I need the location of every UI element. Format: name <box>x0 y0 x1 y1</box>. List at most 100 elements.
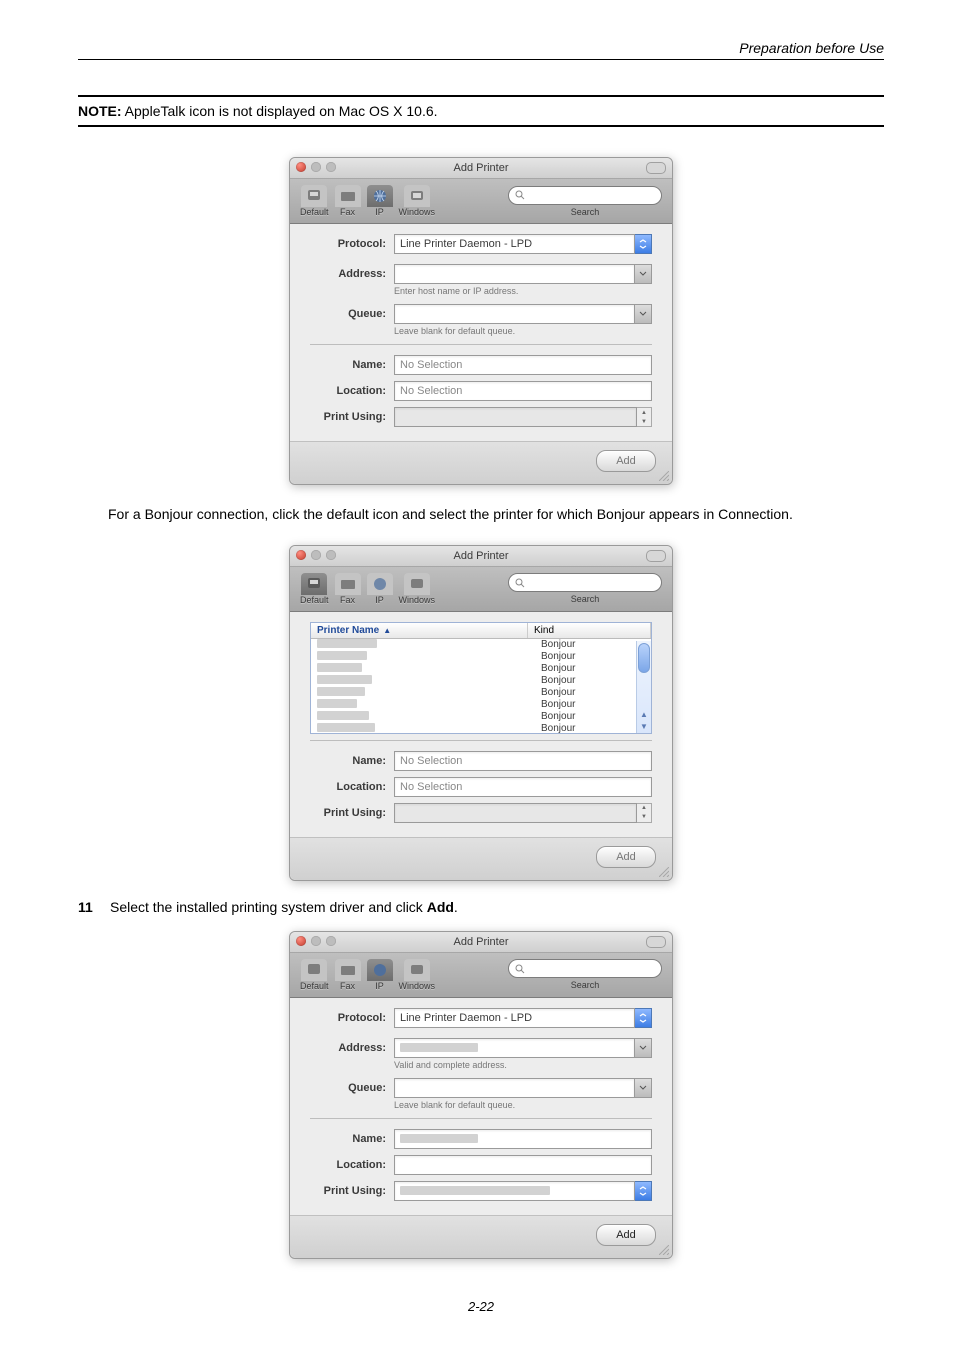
dialog-title: Add Printer <box>453 550 508 562</box>
list-item[interactable]: Bonjour <box>311 639 651 651</box>
list-item[interactable]: Bonjour <box>311 687 651 699</box>
list-item[interactable]: Bonjour <box>311 723 651 733</box>
name-label: Name: <box>310 359 394 371</box>
close-icon[interactable] <box>296 550 306 560</box>
toolbar-pill-icon[interactable] <box>646 162 666 174</box>
printusing-select[interactable] <box>394 1181 635 1201</box>
list-item[interactable]: Bonjour <box>311 675 651 687</box>
dropdown-arrow-icon[interactable] <box>635 1008 652 1028</box>
search-label: Search <box>571 594 600 604</box>
protocol-select[interactable]: Line Printer Daemon - LPD <box>394 1008 635 1028</box>
location-label: Location: <box>310 385 394 397</box>
dialog-title: Add Printer <box>453 162 508 174</box>
redacted-text <box>400 1134 478 1143</box>
redacted-text <box>317 723 375 732</box>
address-label: Address: <box>310 1042 394 1054</box>
history-arrow-icon[interactable] <box>635 1038 652 1058</box>
tab-label: Default <box>300 207 329 217</box>
list-item[interactable]: Bonjour <box>311 711 651 723</box>
zoom-icon <box>326 550 336 560</box>
name-field[interactable] <box>394 1129 652 1149</box>
step-text: Select the installed printing system dri… <box>110 899 884 915</box>
titlebar: Add Printer <box>290 158 672 179</box>
stepper-icon: ▲▼ <box>637 803 652 823</box>
address-input[interactable] <box>394 1038 635 1058</box>
minimize-icon <box>311 936 321 946</box>
list-item[interactable]: Bonjour <box>311 651 651 663</box>
name-field: No Selection <box>394 751 652 771</box>
queue-input[interactable] <box>394 1078 635 1098</box>
col-printer-name[interactable]: Printer Name▲ <box>311 623 528 638</box>
printusing-select <box>394 407 637 427</box>
resize-grip-icon[interactable] <box>659 867 669 877</box>
zoom-icon <box>326 936 336 946</box>
kind-cell: Bonjour <box>541 639 651 650</box>
protocol-label: Protocol: <box>310 238 394 250</box>
body-paragraph: For a Bonjour connection, click the defa… <box>78 505 884 525</box>
history-arrow-icon[interactable] <box>635 264 652 284</box>
tab-fax[interactable]: Fax <box>335 959 361 991</box>
printer-list[interactable]: Printer Name▲ Kind BonjourBonjourBonjour… <box>310 622 652 734</box>
queue-label: Queue: <box>310 308 394 320</box>
add-button: Add <box>596 450 656 472</box>
kind-cell: Bonjour <box>541 687 651 698</box>
kind-cell: Bonjour <box>541 663 651 674</box>
tab-default[interactable]: Default <box>300 573 329 605</box>
tab-label: Fax <box>340 981 355 991</box>
search-label: Search <box>571 980 600 990</box>
dropdown-arrow-icon[interactable] <box>635 234 652 254</box>
zoom-icon <box>326 162 336 172</box>
close-icon[interactable] <box>296 936 306 946</box>
tab-windows[interactable]: Windows <box>399 185 436 217</box>
address-input[interactable] <box>394 264 635 284</box>
queue-hint: Leave blank for default queue. <box>394 1100 652 1110</box>
redacted-text <box>317 651 367 660</box>
dropdown-arrow-icon[interactable] <box>635 1181 652 1201</box>
add-button: Add <box>596 846 656 868</box>
queue-input[interactable] <box>394 304 635 324</box>
tab-windows[interactable]: Windows <box>399 573 436 605</box>
step-number: 11 <box>78 899 100 915</box>
col-kind[interactable]: Kind <box>528 623 651 638</box>
tab-default[interactable]: Default <box>300 959 329 991</box>
name-label: Name: <box>310 755 394 767</box>
tab-fax[interactable]: Fax <box>335 185 361 217</box>
toolbar: Default Fax IP Windows Search <box>290 567 672 612</box>
close-icon[interactable] <box>296 162 306 172</box>
search-input[interactable] <box>508 573 662 592</box>
name-label: Name: <box>310 1133 394 1145</box>
history-arrow-icon[interactable] <box>635 1078 652 1098</box>
address-hint: Valid and complete address. <box>394 1060 652 1070</box>
toolbar: Default Fax IP Windows Search <box>290 179 672 224</box>
location-field[interactable] <box>394 1155 652 1175</box>
add-button[interactable]: Add <box>596 1224 656 1246</box>
protocol-select[interactable]: Line Printer Daemon - LPD <box>394 234 635 254</box>
resize-grip-icon[interactable] <box>659 471 669 481</box>
kind-cell: Bonjour <box>541 711 651 722</box>
toolbar-pill-icon[interactable] <box>646 550 666 562</box>
search-icon <box>515 964 525 974</box>
list-item[interactable]: Bonjour <box>311 663 651 675</box>
scrollbar[interactable]: ▲ ▼ <box>636 641 651 733</box>
search-input[interactable] <box>508 186 662 205</box>
toolbar-pill-icon[interactable] <box>646 936 666 948</box>
tab-ip[interactable]: IP <box>367 573 393 605</box>
tab-label: Windows <box>399 595 436 605</box>
tab-windows[interactable]: Windows <box>399 959 436 991</box>
tab-ip[interactable]: IP <box>367 959 393 991</box>
note-label: NOTE: <box>78 103 122 119</box>
running-header: Preparation before Use <box>78 40 884 60</box>
toolbar: Default Fax IP Windows Search <box>290 953 672 998</box>
kind-cell: Bonjour <box>541 723 651 733</box>
redacted-text <box>317 663 362 672</box>
resize-grip-icon[interactable] <box>659 1245 669 1255</box>
search-input[interactable] <box>508 959 662 978</box>
tab-label: Fax <box>340 595 355 605</box>
tab-ip[interactable]: IP <box>367 185 393 217</box>
tab-fax[interactable]: Fax <box>335 573 361 605</box>
tab-default[interactable]: Default <box>300 185 329 217</box>
titlebar: Add Printer <box>290 932 672 953</box>
redacted-text <box>400 1043 478 1052</box>
list-item[interactable]: Bonjour <box>311 699 651 711</box>
history-arrow-icon[interactable] <box>635 304 652 324</box>
